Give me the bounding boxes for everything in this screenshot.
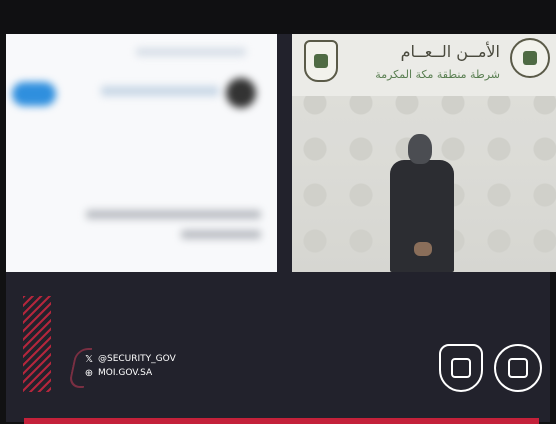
saudi-emblem-icon xyxy=(510,38,550,78)
website-url: MOI.GOV.SA xyxy=(98,368,153,378)
video-frame: الأمــن الــعــام شرطة منطقة مكة المكرمة… xyxy=(6,34,556,424)
arrest-photo: الأمــن الــعــام شرطة منطقة مكة المكرمة xyxy=(292,34,556,272)
ministry-interior-logo-icon xyxy=(494,344,542,392)
red-accent-bar xyxy=(24,418,539,424)
follow-button-blur xyxy=(12,82,56,106)
x-handle-row[interactable]: 𝕏 @SECURITY_GOV xyxy=(84,352,176,366)
website-row[interactable]: ⊕ MOI.GOV.SA xyxy=(84,366,176,380)
avatar xyxy=(226,78,256,108)
tweet-text-blur-2 xyxy=(181,230,261,239)
top-bar xyxy=(0,0,556,34)
social-links: 𝕏 @SECURITY_GOV ⊕ MOI.GOV.SA xyxy=(67,348,176,388)
tweet-author-blur xyxy=(101,86,219,96)
photo-header: الأمــن الــعــام شرطة منطقة مكة المكرمة xyxy=(292,34,556,96)
person-figure xyxy=(390,134,454,272)
photo-header-title: الأمــن الــعــام xyxy=(400,42,500,61)
public-security-logo-icon xyxy=(439,344,483,392)
photo-header-subtitle: شرطة منطقة مكة المكرمة xyxy=(375,68,500,81)
blurred-tweet-panel xyxy=(6,34,277,272)
tweet-text-blur xyxy=(86,210,261,219)
social-handle: @SECURITY_GOV xyxy=(98,354,176,364)
red-stripe-decoration xyxy=(23,296,51,392)
handcuffs xyxy=(414,242,432,256)
tweet-header-blur xyxy=(136,48,246,56)
public-security-emblem-icon xyxy=(304,40,338,82)
x-logo-icon: 𝕏 xyxy=(84,353,94,365)
globe-icon: ⊕ xyxy=(84,367,94,379)
